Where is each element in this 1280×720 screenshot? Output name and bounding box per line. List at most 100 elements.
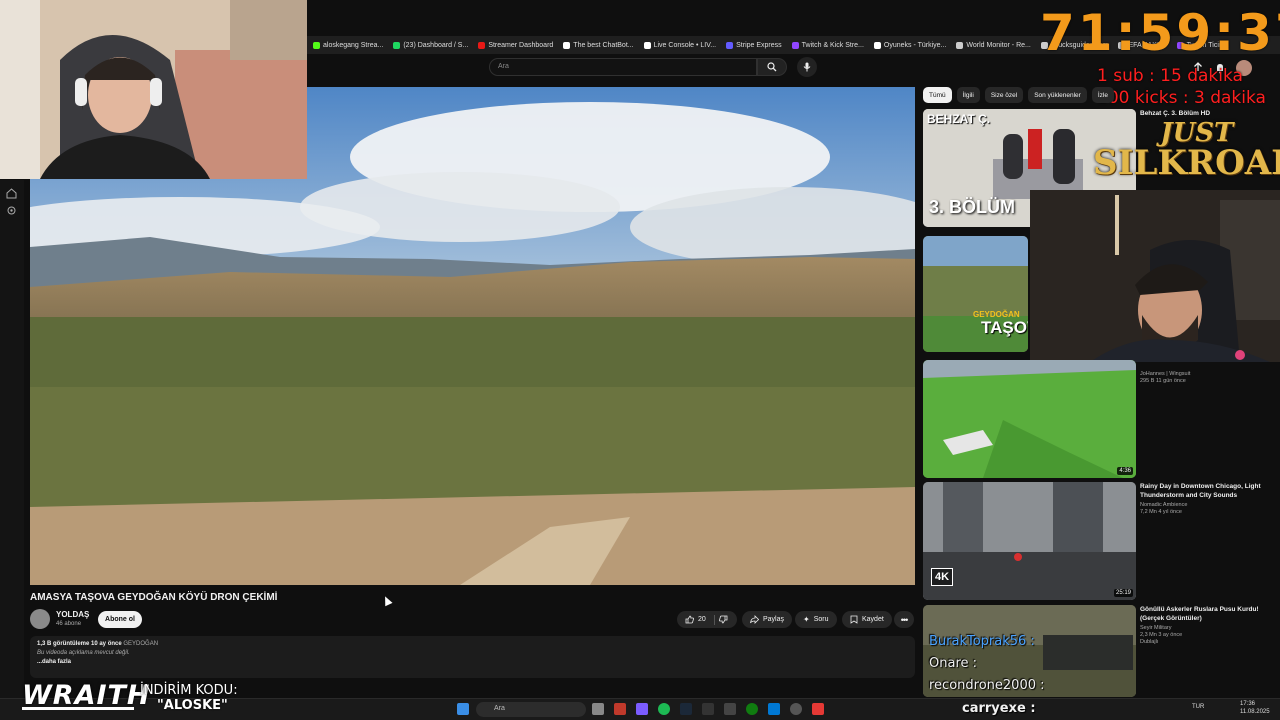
- recommendation-channel[interactable]: Seyir Military: [1140, 625, 1280, 631]
- thumbnail-text: 3. BÖLÜM: [929, 197, 1016, 217]
- obs-icon[interactable]: [724, 703, 736, 715]
- recommendation-title[interactable]: Gönüllü Askerler Ruslara Pusu Kurdu! (Ge…: [1140, 605, 1280, 623]
- recommendation-channel[interactable]: Nomadic Ambience: [1140, 502, 1280, 508]
- webcam-right: [1030, 190, 1280, 362]
- bookmark-item[interactable]: World Monitor - Re...: [956, 41, 1031, 49]
- recommendation-info: Behzat Ç. 3. Bölüm HD: [1140, 109, 1280, 118]
- chip-all[interactable]: Tümü: [923, 87, 952, 103]
- share-label: Paylaş: [763, 616, 785, 623]
- bookmark-label: Streamer Dashboard: [488, 41, 554, 49]
- more-horizontal-icon: •••: [900, 614, 909, 625]
- views-date-text: 1,3 B görüntüleme 10 ay önce: [37, 641, 122, 647]
- recommendation-title[interactable]: Rainy Day in Downtown Chicago, Light Thu…: [1140, 482, 1280, 500]
- bookmark-item[interactable]: aloskegang Strea...: [313, 41, 383, 49]
- search-button[interactable]: [757, 58, 787, 76]
- start-icon[interactable]: [457, 703, 469, 715]
- recommendation-info: Gönüllü Askerler Ruslara Pusu Kurdu! (Ge…: [1140, 605, 1280, 645]
- bookmark-item[interactable]: (23) Dashboard / S...: [393, 41, 468, 49]
- clock-date[interactable]: 11.08.2025: [1240, 709, 1270, 715]
- bookmark-item[interactable]: Streamer Dashboard: [478, 41, 554, 49]
- discord-icon[interactable]: [636, 703, 648, 715]
- thumbs-up-icon[interactable]: [685, 615, 694, 624]
- channel-name[interactable]: YOLDAŞ: [56, 610, 89, 619]
- webcam-left: [0, 0, 307, 179]
- spotify-icon[interactable]: [658, 703, 670, 715]
- chip-recent[interactable]: Son yüklenenler: [1028, 87, 1087, 103]
- share-icon: [750, 615, 759, 624]
- subathon-timer: 71:59:37: [1040, 4, 1280, 62]
- sponsor-underline: [22, 707, 134, 710]
- language-indicator[interactable]: TUR: [1192, 704, 1204, 710]
- promo-code: "ALOSKE": [157, 698, 228, 713]
- thumbs-down-icon[interactable]: [718, 615, 728, 624]
- bookmark-item[interactable]: Stripe Express: [726, 41, 782, 49]
- chip-related[interactable]: İlgili: [956, 87, 980, 103]
- chip-watch[interactable]: İzle: [1091, 87, 1114, 103]
- bookmark-label: Live Console • LIV...: [653, 41, 717, 49]
- taskbar-search[interactable]: Ara: [476, 702, 586, 717]
- like-count: 20: [698, 616, 706, 623]
- chat-overlay: BurakToprak56 : Onare : recondrone2000 :: [923, 630, 1136, 698]
- recommendation-item[interactable]: 4K 25:19 Rainy Day in Downtown Chicago, …: [923, 482, 1280, 600]
- channel-avatar[interactable]: [30, 609, 50, 629]
- ask-button[interactable]: ✦ Soru: [795, 611, 837, 628]
- settings-app-icon[interactable]: [790, 703, 802, 715]
- monitor-icon: [956, 41, 964, 49]
- resolution-badge: 4K: [931, 568, 954, 586]
- twitch-icon: [791, 41, 799, 49]
- recommendation-item[interactable]: 4:36 JoHannes | Wingsuit 295 B 11 gün ön…: [923, 360, 1280, 478]
- show-more-link[interactable]: ...daha fazla: [37, 659, 908, 665]
- bookmark-label: World Monitor - Re...: [966, 41, 1031, 49]
- video-thumbnail[interactable]: GEYDOĞAN TAŞOVA: [923, 236, 1028, 352]
- epic-icon[interactable]: [702, 703, 714, 715]
- bookmark-item[interactable]: Live Console • LIV...: [643, 41, 717, 49]
- divider: [713, 614, 715, 625]
- video-duration: 25:19: [1113, 589, 1133, 597]
- bookmark-item[interactable]: Oyuneks - Türkiye...: [873, 41, 947, 49]
- search-input[interactable]: Ara: [489, 58, 757, 76]
- microphone-icon: [803, 62, 811, 72]
- recommendation-meta: 2,3 Mn 3 ay önce: [1140, 632, 1183, 638]
- voice-search-button[interactable]: [797, 57, 817, 77]
- stripe-icon: [726, 41, 734, 49]
- like-dislike-button[interactable]: 20: [677, 611, 737, 628]
- settings-icon[interactable]: [6, 205, 17, 216]
- dashboard-icon: [393, 41, 401, 49]
- recommendation-title[interactable]: Behzat Ç. 3. Bölüm HD: [1140, 109, 1280, 118]
- video-thumbnail[interactable]: 4K 25:19: [923, 482, 1136, 600]
- recommendation-meta: 295 B 11 gün önce: [1140, 378, 1186, 384]
- save-button[interactable]: Kaydet: [842, 611, 892, 628]
- streamer-webcam: [0, 0, 307, 179]
- bookmark-label: Oyuneks - Türkiye...: [883, 41, 947, 49]
- promo-label: İNDİRİM KODU:: [140, 683, 238, 698]
- description-box[interactable]: 1,3 B görüntüleme 10 ay önce GEYDOĞAN Bu…: [30, 636, 915, 678]
- video-tag[interactable]: GEYDOĞAN: [123, 641, 158, 647]
- subscribe-button[interactable]: Abone ol: [98, 611, 142, 628]
- recommendation-meta: 7,2 Mn 4 yıl önce: [1140, 509, 1182, 515]
- steam-icon[interactable]: [680, 703, 692, 715]
- chip-for-you[interactable]: Size özel: [984, 87, 1024, 103]
- more-actions-button[interactable]: •••: [894, 611, 914, 628]
- video-thumbnail[interactable]: 4:36: [923, 360, 1136, 478]
- bookmark-label: Twitch & Kick Stre...: [801, 41, 864, 49]
- app-icon[interactable]: [614, 703, 626, 715]
- guest-webcam: [1030, 190, 1280, 362]
- edge-icon[interactable]: [768, 703, 780, 715]
- bookmark-item[interactable]: The best ChatBot...: [563, 41, 634, 49]
- home-icon[interactable]: [6, 188, 17, 199]
- xbox-icon[interactable]: [746, 703, 758, 715]
- taskview-icon[interactable]: [592, 703, 604, 715]
- video-duration: 4:36: [1117, 467, 1133, 475]
- clock-time[interactable]: 17:36: [1240, 701, 1255, 707]
- youtube-app-icon[interactable]: [812, 703, 824, 715]
- recommendation-channel[interactable]: JoHannes | Wingsuit: [1140, 371, 1280, 377]
- bookmark-item[interactable]: Twitch & Kick Stre...: [791, 41, 864, 49]
- ask-label: Soru: [813, 616, 829, 623]
- chat-message: Onare :: [929, 656, 978, 671]
- screen: aloskegang Strea... (23) Dashboard / S..…: [0, 0, 1280, 720]
- chat-message: BurakToprak56 :: [929, 634, 1035, 649]
- related-filter-chips: Tümü İlgili Size özel Son yüklenenler İz…: [923, 87, 1114, 103]
- share-button[interactable]: Paylaş: [742, 611, 793, 628]
- thumbnail-top-text: BEHZAT Ç.: [927, 112, 991, 126]
- logo-line2: SILKROAD: [1093, 143, 1280, 183]
